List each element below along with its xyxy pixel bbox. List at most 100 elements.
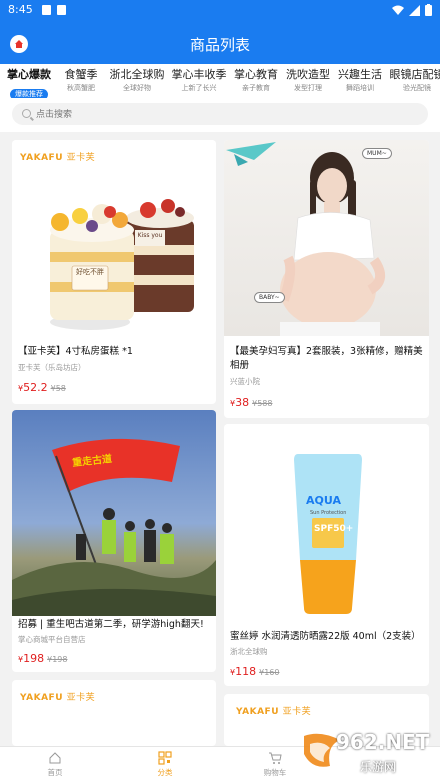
category-name: 掌心丰收季: [171, 68, 227, 81]
category-sub: 上新了长兴: [181, 84, 217, 92]
app-header: 商品列表: [0, 22, 440, 64]
category-tab[interactable]: 眼镜店配镜 验光配镜: [388, 68, 440, 94]
category-tabs: 掌心爆款 爆款推荐 食蟹季 秋高蟹肥 浙北全球购 全球好物 掌心丰收季 上新了长…: [0, 64, 440, 98]
brand-name: YAKAFU: [20, 153, 64, 163]
tab-label: 分类: [157, 768, 173, 777]
category-tab[interactable]: 兴趣生活 舞蹈培训: [336, 68, 384, 94]
category-sub: 亲子教育: [242, 84, 270, 92]
product-image: 重走古道: [12, 410, 216, 616]
bottle-brand: AQUA: [306, 494, 341, 507]
category-name: 掌心教育: [234, 68, 278, 81]
watermark-sub: 乐游网: [360, 760, 397, 774]
search-box[interactable]: [12, 103, 428, 125]
tab-label: 购物车: [263, 768, 287, 777]
original-price-value: 58: [55, 384, 66, 393]
category-tab[interactable]: 食蟹季 秋高蟹肥: [60, 68, 102, 94]
category-name: 兴趣生活: [338, 68, 382, 81]
site-watermark: 962.NET 乐游网: [300, 728, 436, 778]
bottle-spf: SPF50+: [314, 524, 354, 534]
original-price: ¥198: [47, 655, 68, 664]
category-sub: 全球好物: [123, 84, 151, 92]
original-price: ¥160: [259, 668, 280, 677]
brand-logo: YAKAFU 亚卡芙: [236, 704, 311, 717]
price-value: 198: [23, 652, 45, 665]
brand-name-cn: 亚卡芙: [66, 693, 96, 703]
search-section: [0, 98, 440, 132]
price: ¥52.2 ¥58: [18, 381, 66, 394]
cake-tag: 好吃不胖: [76, 268, 104, 276]
product-image: YAKAFU 亚卡芙 好吃不胖 Kiss you: [12, 140, 216, 336]
shop-name: 亚卡芙（乐岛坊店）: [18, 363, 86, 372]
category-name: 洗吹造型: [286, 68, 330, 81]
tab-label: 首页: [47, 768, 63, 777]
original-price: ¥58: [50, 384, 66, 393]
original-price-value: 160: [264, 668, 280, 677]
battery-icon: [425, 4, 432, 16]
shop-name: 兴蓝小院: [230, 377, 260, 386]
wifi-icon: [392, 5, 404, 15]
hiking-illustration: [12, 438, 216, 616]
category-sub: 秋高蟹肥: [67, 84, 95, 92]
category-name: 浙北全球购: [109, 68, 165, 81]
brand-logo: YAKAFU 亚卡芙: [20, 690, 95, 703]
tab-category[interactable]: 分类: [135, 751, 195, 778]
category-tab[interactable]: 浙北全球购 全球好物: [108, 68, 166, 94]
brand-name: YAKAFU: [20, 693, 64, 703]
shop-name: 浙北全球购: [230, 647, 268, 656]
tab-home[interactable]: 首页: [25, 751, 85, 778]
product-card[interactable]: 重走古道 招募 | 重生吧古道第二季，研学游high翻天! 掌心商城平台自营店 …: [12, 410, 216, 672]
category-tab[interactable]: 洗吹造型 发型打理: [284, 68, 332, 94]
product-card[interactable]: AQUA Sun Protection SPF50+ 蜜丝婷 水润清透防晒露22…: [224, 424, 429, 686]
bubble-baby: BABY~: [254, 292, 285, 303]
app-notification-icon: [57, 5, 66, 15]
category-tab[interactable]: 掌心爆款 爆款推荐: [4, 68, 54, 98]
product-title: 【最美孕妇写真】2套服装，3张精修，赠精美相册: [230, 346, 423, 371]
product-image: AQUA Sun Protection SPF50+: [224, 424, 429, 622]
price-value: 38: [235, 396, 250, 409]
bottle-sub: Sun Protection: [310, 510, 347, 516]
signal-icon: [409, 4, 420, 16]
category-name: 食蟹季: [64, 68, 98, 81]
product-card[interactable]: YAKAFU 亚卡芙: [12, 680, 216, 746]
qr-grid-icon: [158, 751, 172, 765]
price: ¥118 ¥160: [230, 665, 279, 678]
page-title: 商品列表: [189, 36, 250, 54]
product-image: MUM~ BABY~: [224, 140, 429, 336]
brand-name: YAKAFU: [236, 707, 280, 717]
category-tab[interactable]: 掌心丰收季 上新了长兴: [170, 68, 228, 94]
download-icon: [42, 5, 51, 15]
product-title: 【亚卡芙】4寸私房蛋糕 *1: [18, 346, 133, 357]
bubble-mum: MUM~: [362, 148, 392, 159]
product-card[interactable]: YAKAFU 亚卡芙 好吃不胖 Kiss you 【亚卡芙】4寸私房蛋糕 *1 …: [12, 140, 216, 404]
category-sub: 发型打理: [294, 84, 322, 92]
original-price: ¥588: [252, 399, 273, 408]
price-value: 52.2: [23, 381, 48, 394]
product-card[interactable]: MUM~ BABY~ 【最美孕妇写真】2套服装，3张精修，赠精美相册 兴蓝小院 …: [224, 140, 429, 418]
price-value: 118: [235, 665, 257, 678]
maternity-illustration: [226, 142, 385, 336]
original-price-value: 588: [257, 399, 273, 408]
original-price-value: 198: [52, 655, 68, 664]
status-time: 8:45: [8, 3, 33, 16]
tab-cart[interactable]: 购物车: [245, 751, 305, 778]
cake-illustration: [50, 199, 194, 330]
cake-tag-2: Kiss you: [137, 232, 163, 239]
cart-icon: [269, 752, 282, 764]
price: ¥198 ¥198: [18, 652, 67, 665]
product-title: 招募 | 重生吧古道第二季，研学游high翻天!: [18, 619, 204, 630]
category-tab[interactable]: 掌心教育 亲子教育: [232, 68, 280, 94]
category-sub: 舞蹈培训: [346, 84, 374, 92]
product-title: 蜜丝婷 水润清透防晒露22版 40ml（2支装）: [230, 631, 421, 642]
home-icon: [49, 752, 61, 764]
brand-name-cn: 亚卡芙: [66, 153, 96, 163]
category-name: 眼镜店配镜: [389, 68, 440, 81]
watermark-text: 962.NET: [336, 730, 430, 754]
shop-name: 掌心商城平台自营店: [18, 635, 86, 644]
brand-name-cn: 亚卡芙: [282, 707, 312, 717]
notification-icons: [42, 5, 66, 15]
category-name: 掌心爆款: [7, 68, 51, 81]
search-icon: [22, 109, 31, 118]
search-input[interactable]: [36, 106, 416, 122]
category-sub: 验光配镜: [403, 84, 431, 92]
brand-logo: YAKAFU 亚卡芙: [20, 150, 95, 163]
